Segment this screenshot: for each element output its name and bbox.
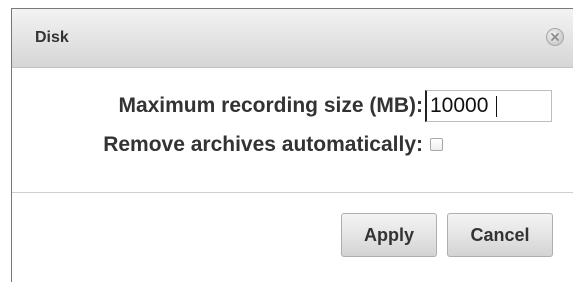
cancel-button[interactable]: Cancel — [447, 213, 553, 257]
dialog-titlebar[interactable]: Disk — [12, 9, 573, 68]
dialog-divider — [12, 192, 573, 193]
remove-archives-label: Remove archives automatically: — [103, 133, 423, 156]
dialog-title: Disk — [35, 29, 69, 46]
disk-dialog: Disk Maximum recording size (MB): Remove… — [12, 9, 573, 282]
remove-archives-checkbox[interactable] — [430, 138, 443, 151]
max-recording-size-input[interactable] — [425, 90, 552, 122]
apply-button[interactable]: Apply — [341, 213, 437, 257]
page: Disk Maximum recording size (MB): Remove… — [0, 0, 573, 282]
max-recording-size-label: Maximum recording size (MB): — [118, 94, 423, 117]
close-icon — [551, 33, 559, 41]
text-caret — [496, 96, 497, 117]
close-button[interactable] — [546, 28, 564, 46]
